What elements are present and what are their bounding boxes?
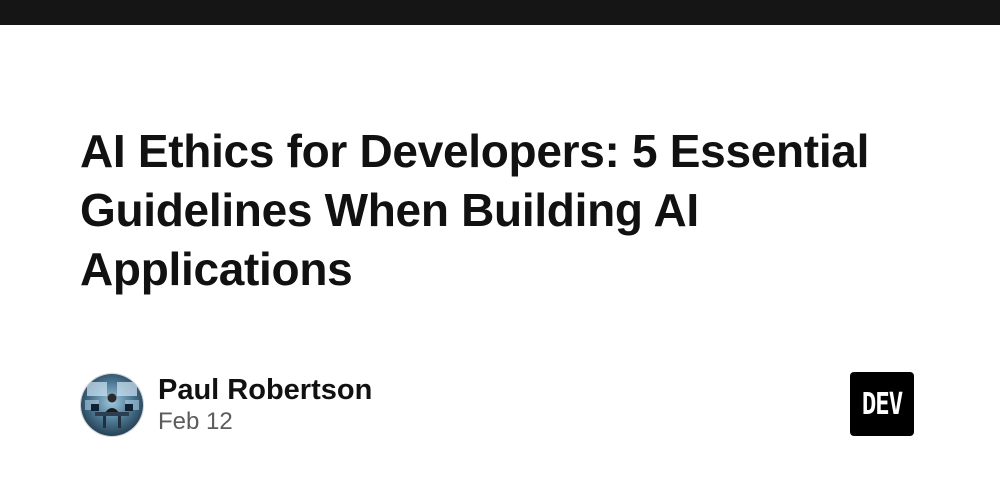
dev-logo[interactable]: DEV — [850, 372, 914, 436]
top-bar — [0, 0, 1000, 25]
post-preview-card: AI Ethics for Developers: 5 Essential Gu… — [0, 0, 1000, 500]
author-info: Paul Robertson Feb 12 — [80, 373, 372, 437]
post-date: Feb 12 — [158, 408, 233, 435]
author-avatar[interactable] — [80, 373, 144, 437]
author-meta: Paul Robertson Feb 12 — [158, 373, 372, 437]
dev-logo-text: DEV — [861, 386, 903, 422]
avatar-image — [81, 374, 143, 436]
author-name[interactable]: Paul Robertson — [158, 373, 372, 407]
post-title[interactable]: AI Ethics for Developers: 5 Essential Gu… — [80, 122, 920, 299]
